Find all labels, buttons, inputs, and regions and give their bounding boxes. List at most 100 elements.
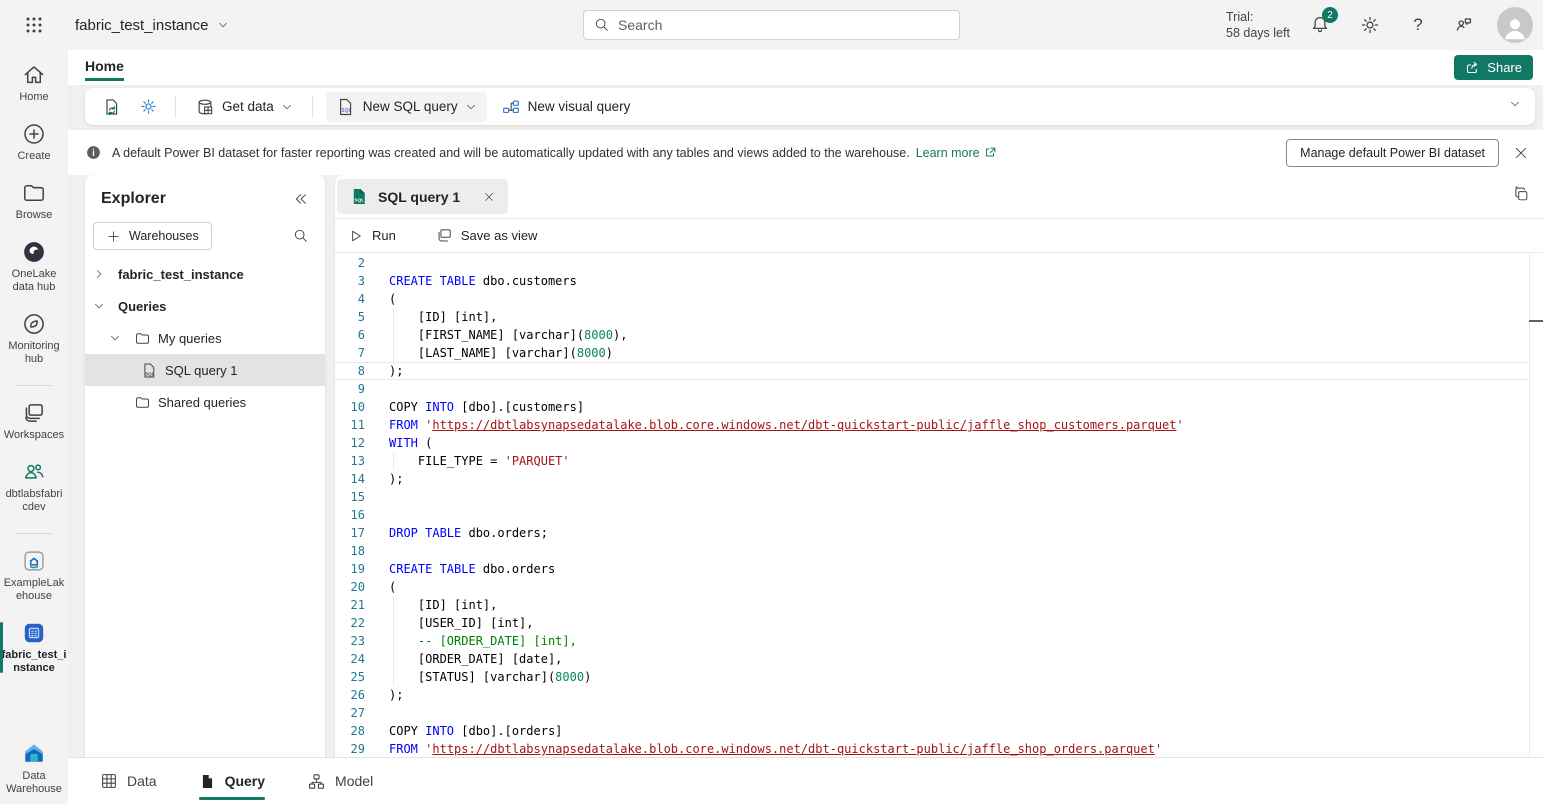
rail-item-browse[interactable]: Browse: [0, 180, 68, 222]
line-number: 20: [335, 578, 365, 596]
code-line-23: 23 -- [ORDER_DATE] [int],: [335, 632, 1529, 650]
line-number: 3: [335, 272, 365, 290]
learn-more-link[interactable]: Learn more: [916, 146, 997, 160]
new-visual-query-button[interactable]: New visual query: [495, 93, 637, 121]
rail-item-workspaces[interactable]: Workspaces: [0, 400, 68, 442]
code-line-6: 6 [FIRST_NAME] [varchar](8000),: [335, 326, 1529, 344]
rail-item-data-warehouse[interactable]: DataWarehouse: [0, 739, 68, 796]
chevron-right-icon: [93, 268, 105, 280]
code-line-18: 18: [335, 542, 1529, 560]
line-number: 25: [335, 668, 365, 686]
workspace-title-dropdown[interactable]: fabric_test_instance: [75, 0, 229, 50]
rail-item-onelake-data-hub[interactable]: OneLakedata hub: [0, 239, 68, 294]
code-line-21: 21 [ID] [int],: [335, 596, 1529, 614]
banner-close-icon[interactable]: [1513, 145, 1529, 161]
settings-gear-icon[interactable]: [1358, 13, 1382, 37]
line-number: 8: [335, 362, 365, 380]
line-number: 17: [335, 524, 365, 542]
tree-item-shared-queries[interactable]: Shared queries: [85, 386, 325, 418]
cursor-position-marker: [1529, 320, 1543, 322]
view-tab-model[interactable]: Model: [307, 758, 373, 804]
manage-default-dataset-button[interactable]: Manage default Power BI dataset: [1286, 139, 1499, 167]
tree-item-fabric-test-instance[interactable]: fabric_test_instance: [85, 258, 325, 290]
editor-overview-ruler[interactable]: [1529, 254, 1543, 757]
view-tab-label: Model: [335, 773, 373, 789]
settings-button[interactable]: [134, 93, 162, 121]
query-toolbar: Run Save as view: [335, 219, 1543, 253]
search-input[interactable]: [618, 17, 959, 33]
top-bar: fabric_test_instance Trial: 58 days left…: [0, 0, 1543, 50]
refresh-button[interactable]: [98, 93, 126, 121]
tab-sql-query-1[interactable]: SQL SQL query 1: [337, 179, 508, 214]
tree-item-sql-query-1[interactable]: SQL SQL query 1: [85, 354, 325, 386]
explorer-search-icon[interactable]: [293, 228, 309, 244]
line-number: 19: [335, 560, 365, 578]
run-button[interactable]: Run: [348, 228, 396, 244]
collapse-panel-icon[interactable]: [293, 191, 309, 207]
tree-item-label: Queries: [118, 299, 166, 314]
code-line-14: 14);: [335, 470, 1529, 488]
people-icon: [21, 459, 47, 485]
code-line-10: 10COPY INTO [dbo].[customers]: [335, 398, 1529, 416]
line-number: 11: [335, 416, 365, 434]
feedback-icon[interactable]: [1452, 13, 1476, 37]
run-icon: [348, 228, 364, 244]
chevron-down-icon: [93, 300, 105, 312]
rail-item-create[interactable]: Create: [0, 121, 68, 163]
code-line-3: 3CREATE TABLE dbo.customers: [335, 272, 1529, 290]
explorer-title: Explorer: [101, 190, 166, 208]
tab-home[interactable]: Home: [85, 58, 124, 81]
search-box[interactable]: [583, 10, 960, 40]
tab-close-icon[interactable]: [483, 191, 495, 203]
view-tab-data[interactable]: Data: [100, 758, 157, 804]
ribbon-toolbar: Get data SQL New SQL query New visual query: [85, 88, 1535, 125]
rail-item-home[interactable]: Home: [0, 62, 68, 104]
help-icon[interactable]: ?: [1406, 13, 1430, 37]
code-line-7: 7 [LAST_NAME] [varchar](8000): [335, 344, 1529, 362]
banner-message: A default Power BI dataset for faster re…: [112, 146, 910, 160]
sql-code-editor[interactable]: 23CREATE TABLE dbo.customers4(5 [ID] [in…: [335, 254, 1529, 757]
line-number: 14: [335, 470, 365, 488]
view-tab-label: Query: [225, 773, 265, 789]
model-diagram-icon: [307, 772, 326, 791]
new-sql-query-label: New SQL query: [363, 99, 458, 114]
view-tab-label: Data: [127, 773, 157, 789]
rail-item-label: Monitoringhub: [8, 340, 59, 366]
add-warehouses-button[interactable]: Warehouses: [93, 222, 212, 250]
rail-item-dbtlabsfabricdev[interactable]: dbtlabsfabricdev: [0, 459, 68, 514]
gear-blue-icon: [139, 97, 158, 116]
tree-item-my-queries[interactable]: My queries: [85, 322, 325, 354]
new-sql-query-button[interactable]: SQL New SQL query: [326, 92, 487, 122]
view-tab-query[interactable]: Query: [199, 758, 265, 804]
workspace-title: fabric_test_instance: [75, 17, 208, 34]
code-line-19: 19CREATE TABLE dbo.orders: [335, 560, 1529, 578]
rail-item-monitoring-hub[interactable]: Monitoringhub: [0, 311, 68, 366]
code-line-28: 28COPY INTO [dbo].[orders]: [335, 722, 1529, 740]
code-line-24: 24 [ORDER_DATE] [date],: [335, 650, 1529, 668]
save-as-view-button[interactable]: Save as view: [436, 227, 538, 244]
line-number: 27: [335, 704, 365, 722]
chevron-down-icon: [217, 19, 229, 31]
tree-item-label: My queries: [158, 331, 222, 346]
rail-item-examplelakehouse[interactable]: ExampleLakehouse: [0, 548, 68, 603]
line-number: 13: [335, 452, 365, 470]
rail-item-label: Create: [17, 150, 50, 163]
refresh-doc-icon: [102, 97, 122, 117]
rail-item-fabric-test-instance[interactable]: fabric_test_instance: [0, 620, 68, 675]
waffle-icon[interactable]: [22, 13, 46, 37]
copy-icon[interactable]: [1513, 186, 1530, 203]
visual-query-icon: [501, 97, 521, 117]
share-button[interactable]: Share: [1454, 55, 1533, 80]
get-data-button[interactable]: Get data: [189, 93, 299, 121]
tree-item-label: SQL query 1: [165, 363, 238, 378]
avatar[interactable]: [1497, 7, 1533, 43]
code-line-15: 15: [335, 488, 1529, 506]
query-doc-icon: [199, 773, 216, 790]
collapse-ribbon-chevron-icon[interactable]: [1509, 98, 1521, 110]
code-line-2: 2: [335, 254, 1529, 272]
get-data-label: Get data: [222, 99, 274, 114]
home-icon: [21, 62, 47, 88]
tree-item-queries[interactable]: Queries: [85, 290, 325, 322]
sql-doc-purple-icon: SQL: [336, 97, 356, 117]
svg-text:SQL: SQL: [145, 371, 154, 376]
